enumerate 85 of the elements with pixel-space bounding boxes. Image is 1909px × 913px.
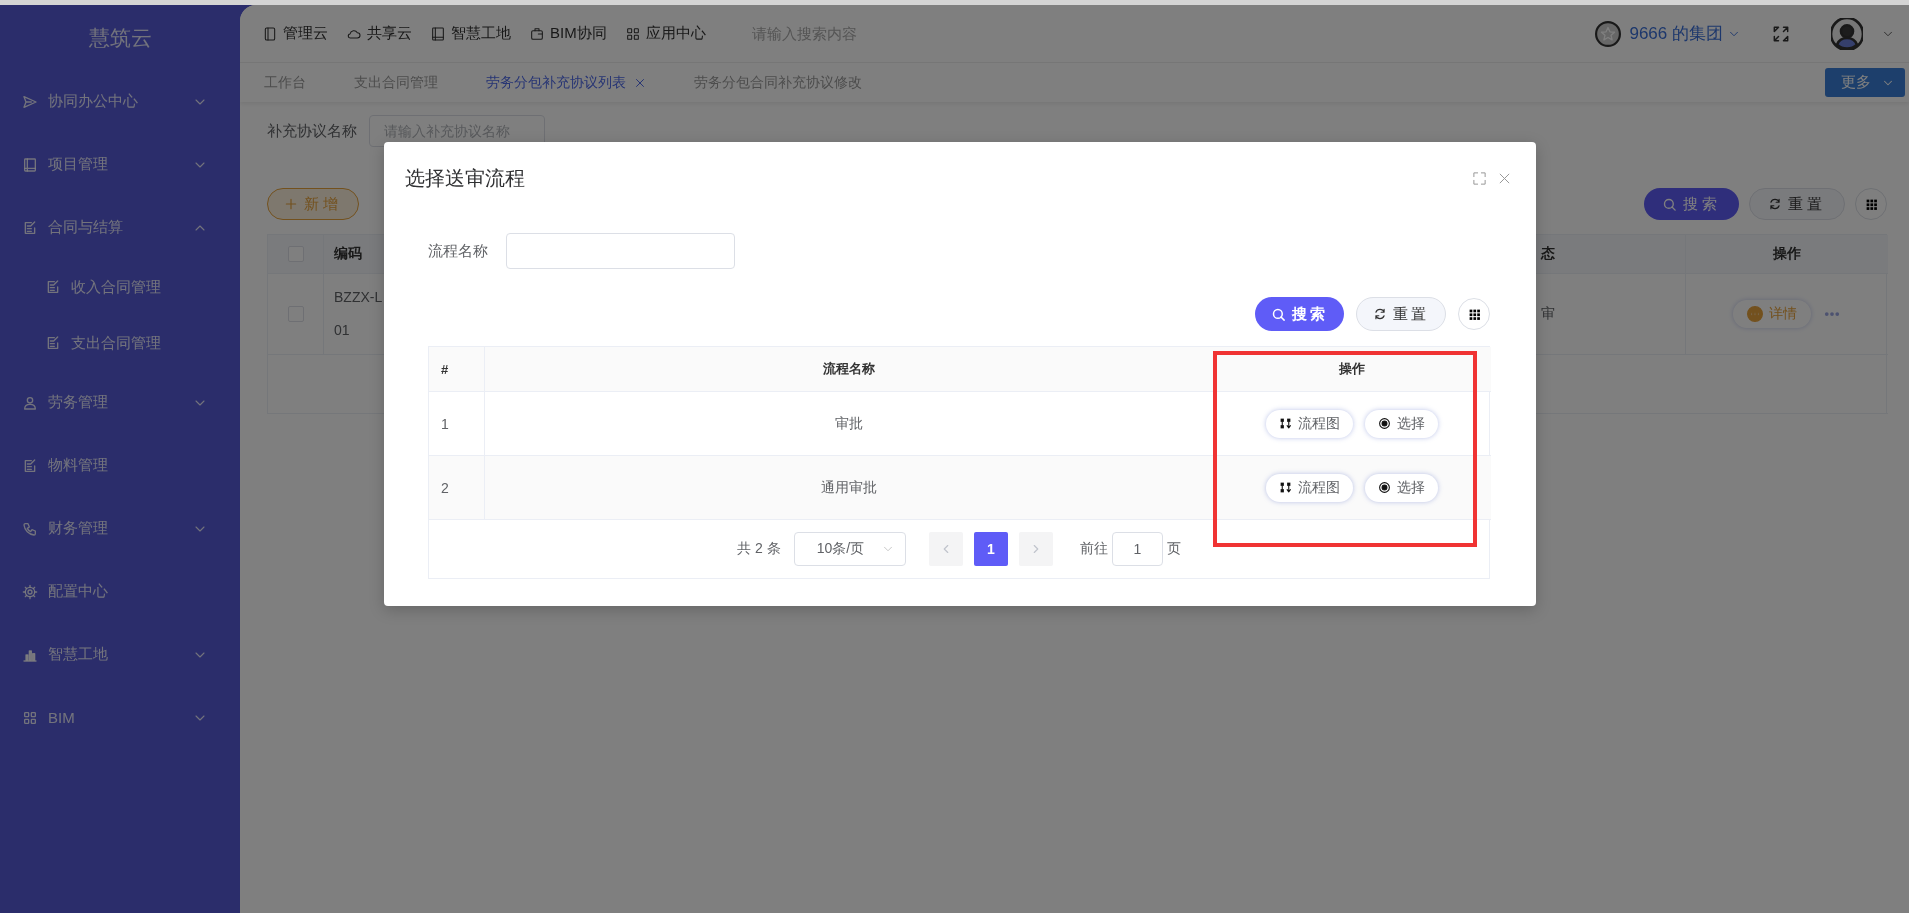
star-badge-icon — [1595, 20, 1622, 47]
fullscreen-icon[interactable] — [1472, 170, 1487, 186]
dialog-title: 选择送审流程 — [405, 165, 525, 191]
radio-icon — [1378, 481, 1391, 494]
sidebar-item[interactable]: 配置中心 — [0, 560, 240, 623]
avatar-icon[interactable] — [1831, 17, 1863, 50]
search-icon — [1662, 196, 1677, 212]
page-unit-label: 页 — [1166, 540, 1181, 558]
table-cell: 审 — [1541, 305, 1555, 323]
settings-icon — [22, 583, 38, 600]
flowchart-icon — [1279, 417, 1292, 430]
sidebar-item[interactable]: BIM — [0, 686, 240, 749]
sidebar-item[interactable]: 财务管理 — [0, 497, 240, 560]
table-cell: 通用审批 — [821, 478, 877, 497]
sidebar-subitem[interactable]: 支出合同管理 — [0, 315, 240, 371]
sidebar-item[interactable]: 劳务管理 — [0, 371, 240, 434]
select-button[interactable]: 选择 — [1365, 473, 1438, 502]
column-header: 编码 — [334, 245, 362, 263]
page-jump-field[interactable]: 1 — [1111, 532, 1163, 566]
user-icon — [22, 394, 38, 411]
tablet-icon — [262, 25, 278, 42]
reset-button[interactable]: 重置 — [1356, 297, 1446, 331]
page-size-select[interactable]: 10条/页 — [793, 532, 906, 566]
reset-button[interactable]: 重置 — [1749, 188, 1845, 220]
grid-icon — [1467, 307, 1481, 321]
search-button[interactable]: 搜索 — [1644, 188, 1739, 220]
process-name-field[interactable] — [506, 233, 735, 269]
nav-link[interactable]: 智慧工地 — [430, 24, 511, 43]
phone-icon — [22, 520, 38, 537]
sidebar-item[interactable]: 物料管理 — [0, 434, 240, 497]
app-logo: 慧筑云 — [88, 24, 152, 51]
table-cell: 1 — [441, 415, 449, 432]
field-label: 流程名称 — [428, 241, 488, 261]
nav-link[interactable]: BIM协同 — [529, 24, 607, 43]
radio-icon — [1378, 417, 1391, 430]
flowchart-icon — [1279, 481, 1292, 494]
add-button[interactable]: 新增 — [267, 188, 359, 220]
select-button[interactable]: 选择 — [1365, 409, 1438, 438]
plus-icon — [284, 197, 298, 211]
grid-icon — [1864, 197, 1878, 211]
search-button[interactable]: 搜索 — [1255, 297, 1344, 331]
previous-page-button[interactable] — [928, 532, 963, 566]
goto-label: 前往 — [1079, 540, 1108, 558]
sidebar-item[interactable]: 协同办公中心 — [0, 70, 240, 133]
details-button[interactable]: 详情 — [1733, 300, 1811, 328]
nav-link[interactable]: 管理云 — [262, 24, 328, 43]
column-header: # — [441, 361, 449, 377]
book-icon — [430, 25, 446, 42]
column-settings-button[interactable] — [1458, 298, 1490, 330]
sidebar-item[interactable]: 合同与结算 — [0, 196, 240, 259]
search-icon — [1271, 306, 1286, 322]
document-edit-icon — [45, 279, 61, 295]
next-page-button[interactable] — [1018, 532, 1053, 566]
total-count: 共 2 条 — [737, 540, 781, 558]
nav-link[interactable]: 应用中心 — [624, 24, 706, 43]
flowchart-button[interactable]: 流程图 — [1266, 473, 1353, 502]
page-number[interactable]: 1 — [973, 532, 1008, 566]
close-icon[interactable] — [634, 76, 646, 89]
sidebar-item[interactable]: 智慧工地 — [0, 623, 240, 686]
grid-icon — [22, 709, 38, 726]
nav-link[interactable]: 共享云 — [346, 24, 412, 43]
tab[interactable]: 劳务分包补充协议列表 — [462, 63, 670, 102]
book-icon — [22, 156, 38, 173]
flowchart-button[interactable]: 流程图 — [1266, 409, 1353, 438]
table-cell-text: BZZX-L 01 — [334, 288, 383, 340]
column-header: 操作 — [1339, 360, 1365, 378]
grid-icon — [624, 25, 641, 42]
refresh-icon — [1768, 197, 1782, 211]
sidebar-subitem[interactable]: 收入合同管理 — [0, 259, 240, 315]
more-button[interactable]: 更多 — [1825, 68, 1905, 97]
table-cell: 审批 — [835, 414, 863, 433]
document-edit-icon — [45, 335, 61, 351]
table-cell: 2 — [441, 479, 449, 496]
briefcase-icon — [529, 25, 545, 42]
sidebar-item[interactable]: 项目管理 — [0, 133, 240, 196]
column-header: 流程名称 — [823, 360, 875, 378]
refresh-icon — [1373, 307, 1387, 321]
document-edit-icon — [22, 457, 38, 474]
organization-selector[interactable]: 9666 的集团 — [1629, 22, 1741, 45]
column-header: 态 — [1541, 245, 1555, 263]
field-label: 补充协议名称 — [267, 121, 357, 141]
send-icon — [22, 93, 38, 110]
column-header: 操作 — [1773, 245, 1801, 263]
more-circle-icon — [1747, 306, 1763, 322]
document-edit-icon — [22, 219, 38, 236]
